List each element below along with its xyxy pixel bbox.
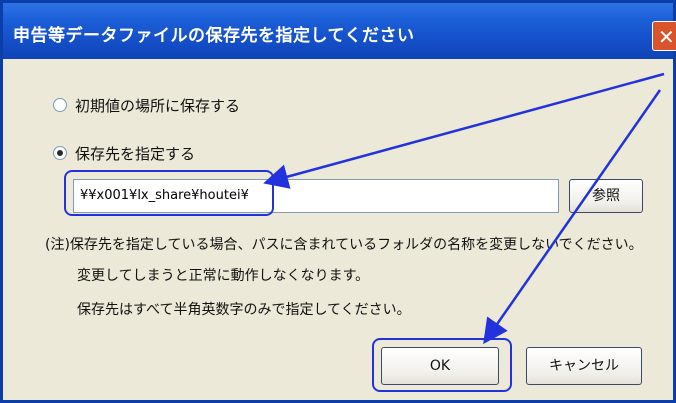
annotation-arrows (263, 72, 665, 345)
arrow-to-ok (483, 89, 662, 345)
arrow-to-path (263, 72, 665, 189)
